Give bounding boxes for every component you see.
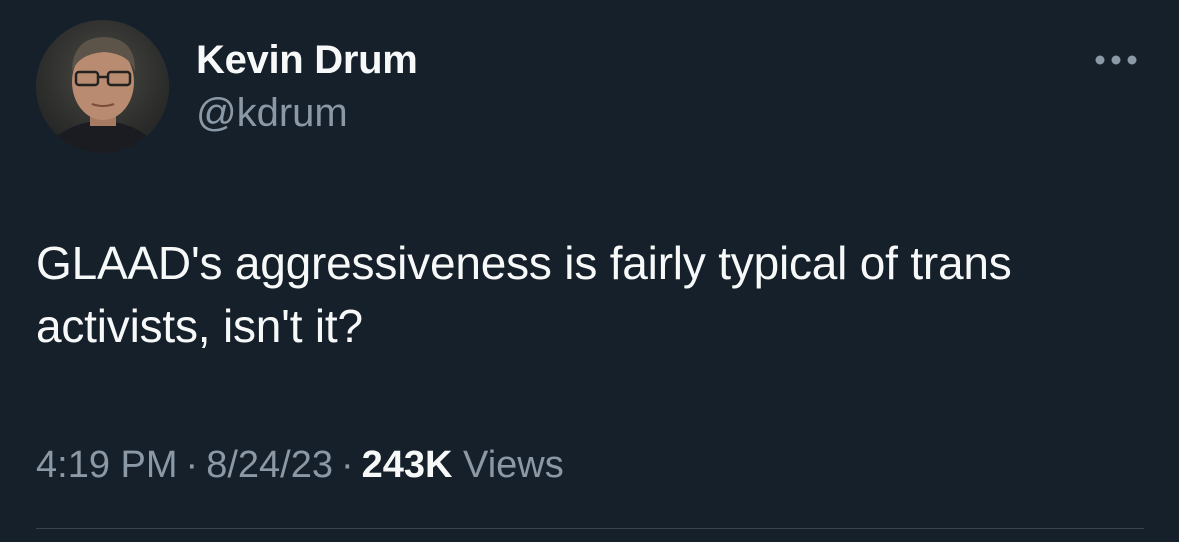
meta-separator: · bbox=[185, 444, 199, 486]
meta-separator: · bbox=[340, 444, 354, 486]
tweet-card: Kevin Drum @kdrum GLAAD's aggressiveness… bbox=[0, 0, 1179, 542]
tweet-date[interactable]: 8/24/23 bbox=[206, 444, 333, 486]
tweet-meta: 4:19 PM · 8/24/23 · 243K Views bbox=[36, 444, 564, 487]
author-handle[interactable]: @kdrum bbox=[196, 91, 348, 136]
views-count[interactable]: 243K bbox=[362, 444, 453, 486]
avatar[interactable] bbox=[36, 20, 169, 153]
profile-photo-icon bbox=[36, 20, 169, 153]
tweet-text: GLAAD's aggressiveness is fairly typical… bbox=[36, 237, 1012, 352]
more-options-button[interactable] bbox=[1088, 44, 1144, 76]
author-display-name[interactable]: Kevin Drum bbox=[196, 38, 418, 83]
ellipsis-icon bbox=[1095, 55, 1137, 65]
tweet-time[interactable]: 4:19 PM bbox=[36, 444, 178, 486]
views-label[interactable]: Views bbox=[463, 444, 564, 486]
divider bbox=[36, 528, 1144, 529]
